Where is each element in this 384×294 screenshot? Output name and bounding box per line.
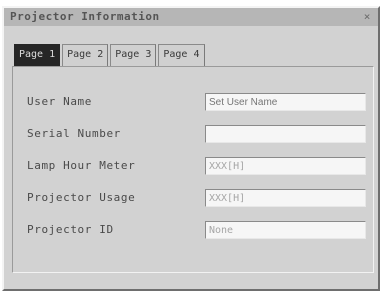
projector-id-field: None (205, 221, 366, 239)
tab-panel: User Name Serial Number Lamp Hour Meter … (12, 66, 374, 273)
projector-information-window: Projector Information × Page 1 Page 2 Pa… (2, 6, 380, 291)
lamp-hour-meter-field: XXX[H] (205, 157, 366, 175)
tab-bar: Page 1 Page 2 Page 3 Page 4 (14, 44, 207, 66)
user-name-label: User Name (27, 95, 93, 108)
projector-usage-row: Projector Usage XXX[H] (13, 189, 373, 209)
user-name-row: User Name (13, 93, 373, 113)
lamp-hour-meter-row: Lamp Hour Meter XXX[H] (13, 157, 373, 177)
title-bar[interactable]: Projector Information × (4, 8, 378, 26)
projector-id-row: Projector ID None (13, 221, 373, 241)
projector-id-label: Projector ID (27, 223, 114, 236)
serial-number-row: Serial Number (13, 125, 373, 145)
projector-usage-label: Projector Usage (27, 191, 136, 204)
close-icon[interactable]: × (359, 9, 375, 24)
user-name-input[interactable] (205, 93, 366, 111)
tab-page-2[interactable]: Page 2 (62, 44, 109, 66)
lamp-hour-meter-label: Lamp Hour Meter (27, 159, 136, 172)
window-title: Projector Information (10, 10, 160, 23)
tab-page-3[interactable]: Page 3 (110, 44, 157, 66)
tab-page-1[interactable]: Page 1 (14, 44, 61, 66)
serial-number-field (205, 125, 366, 143)
serial-number-label: Serial Number (27, 127, 121, 140)
tab-page-4[interactable]: Page 4 (158, 44, 205, 66)
projector-usage-field: XXX[H] (205, 189, 366, 207)
